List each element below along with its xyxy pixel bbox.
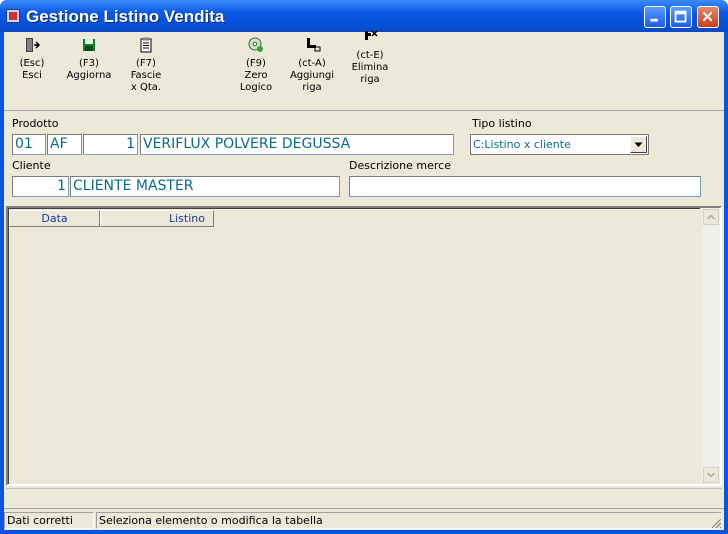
exit-door-icon	[26, 38, 41, 52]
dropdown-button[interactable]	[630, 136, 647, 153]
esci-label: Esci	[22, 70, 42, 81]
close-button[interactable]	[697, 6, 719, 28]
cd-icon	[248, 37, 263, 52]
aggiorna-button[interactable]: (F3) Aggiorna	[64, 36, 114, 82]
aggiungi-label2: riga	[302, 82, 322, 93]
descrizione-merce-field[interactable]	[349, 176, 701, 197]
descrizione-merce-label: Descrizione merce	[349, 159, 451, 172]
fascie-label2: x Qta.	[130, 82, 162, 93]
application-window: Gestione Listino Vendita (Esc) Esci (F3)…	[0, 0, 728, 534]
horizontal-divider	[6, 488, 722, 499]
add-row-icon	[307, 38, 321, 52]
cliente-number-field[interactable]: 1	[12, 176, 69, 197]
floppy-save-icon	[83, 39, 95, 51]
tipo-listino-select[interactable]: C:Listino x cliente	[470, 134, 649, 155]
status-bar: Dati corretti Seleziona elemento o modif…	[4, 508, 724, 531]
elimina-label: Elimina	[351, 62, 389, 73]
aggiorna-label: Aggiorna	[66, 70, 112, 81]
aggiungi-riga-button[interactable]: (ct-A) Aggiungi riga	[288, 36, 336, 94]
elimina-label2: riga	[360, 74, 380, 85]
status-panel-right: Seleziona elemento o modifica la tabella	[96, 512, 722, 529]
esci-button[interactable]: (Esc) Esci	[14, 36, 50, 82]
chevron-up-icon	[706, 214, 716, 220]
elimina-riga-button[interactable]: (ct-E) Elimina riga	[348, 28, 392, 86]
maximize-button[interactable]	[670, 6, 692, 28]
chevron-down-icon	[706, 472, 716, 478]
table-body[interactable]: Data Listino	[8, 208, 700, 484]
app-icon[interactable]	[6, 9, 20, 23]
resize-grip-icon[interactable]	[710, 517, 722, 529]
esci-key: (Esc)	[19, 58, 45, 69]
prodotto-code2-field[interactable]: AF	[47, 134, 82, 155]
minimize-button[interactable]	[644, 6, 666, 28]
status-panel-left: Dati corretti	[4, 512, 94, 529]
zero-key: (F9)	[246, 58, 266, 69]
prodotto-description-field[interactable]: VERIFLUX POLVERE DEGUSSA	[140, 134, 454, 155]
aggiungi-label: Aggiungi	[289, 70, 335, 81]
fascie-label: Fascie	[130, 70, 162, 81]
listino-table[interactable]: Data Listino	[6, 206, 722, 486]
aggiungi-key: (ct-A)	[298, 58, 326, 69]
zero-label2: Logico	[239, 82, 273, 93]
chevron-down-icon	[634, 142, 643, 147]
client-area: (Esc) Esci (F3) Aggiorna (F7) Fascie x Q…	[4, 30, 724, 531]
toolbar: (Esc) Esci (F3) Aggiorna (F7) Fascie x Q…	[4, 30, 724, 111]
scroll-up-button[interactable]	[703, 209, 719, 225]
cliente-label: Cliente	[12, 159, 51, 172]
prodotto-label: Prodotto	[12, 117, 59, 130]
window-title: Gestione Listino Vendita	[26, 7, 225, 26]
fascie-key: (F7)	[136, 58, 156, 69]
fascie-button[interactable]: (F7) Fascie x Qta.	[124, 36, 168, 94]
maximize-icon	[674, 10, 687, 23]
clipboard-icon	[140, 37, 152, 53]
cliente-name-field[interactable]: CLIENTE MASTER	[70, 176, 340, 197]
prodotto-number-field[interactable]: 1	[83, 134, 138, 155]
scroll-down-button[interactable]	[703, 467, 719, 483]
column-header-data[interactable]: Data	[9, 210, 100, 227]
zero-logico-button[interactable]: (F9) Zero Logico	[236, 36, 276, 94]
aggiorna-key: (F3)	[79, 58, 99, 69]
delete-row-icon	[365, 30, 378, 40]
prodotto-code1-field[interactable]: 01	[12, 134, 46, 155]
zero-label: Zero	[244, 70, 268, 81]
vertical-scrollbar[interactable]	[702, 208, 720, 484]
elimina-key: (ct-E)	[356, 50, 384, 61]
column-header-listino[interactable]: Listino	[100, 210, 214, 227]
tipo-listino-value: C:Listino x cliente	[473, 138, 571, 151]
tipo-listino-label: Tipo listino	[472, 117, 532, 130]
close-icon	[702, 11, 713, 22]
minimize-icon	[650, 18, 658, 22]
